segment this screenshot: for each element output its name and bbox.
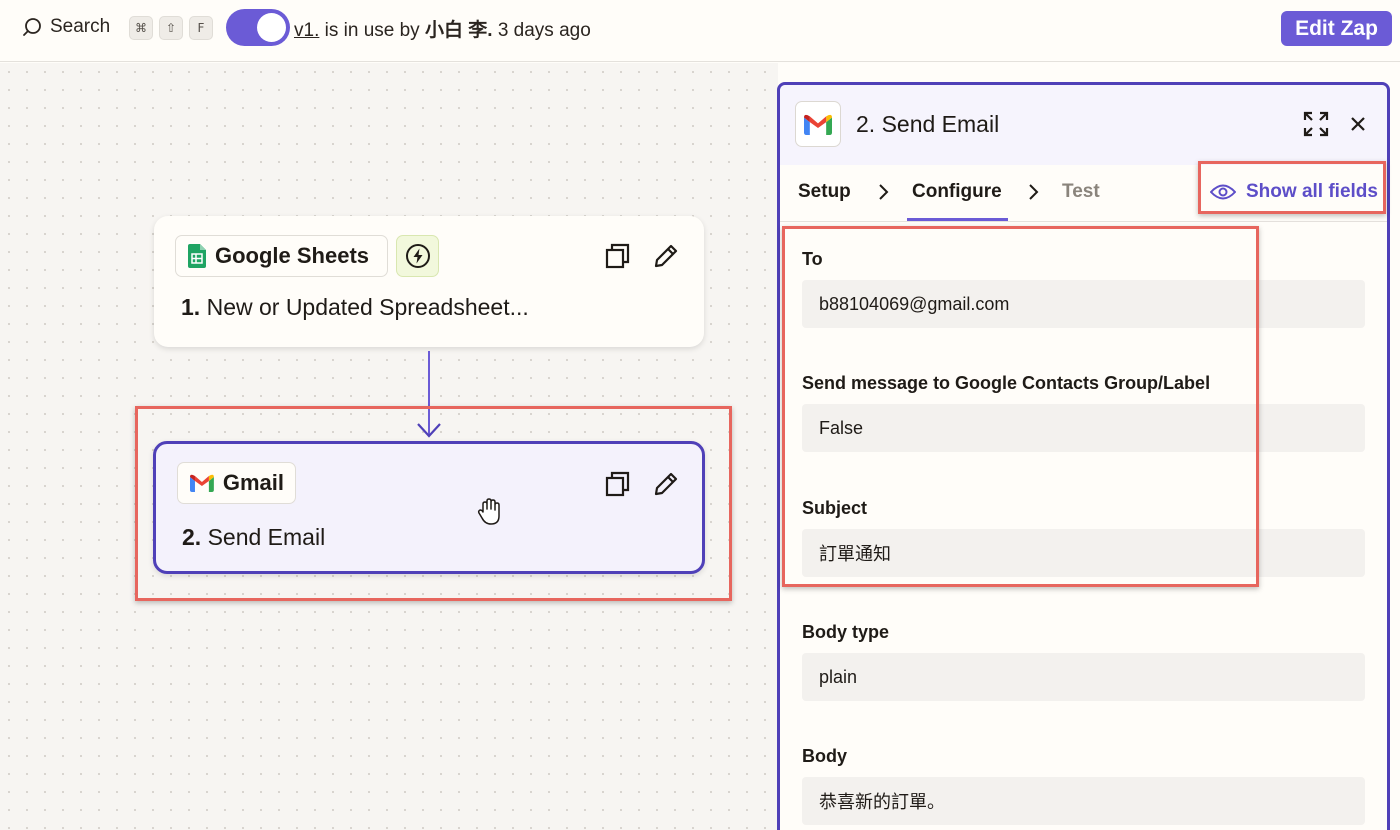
tab-setup[interactable]: Setup (798, 181, 851, 203)
panel-title: 2. Send Email (856, 111, 1000, 137)
duplicate-icon[interactable] (604, 242, 632, 270)
step-card-2[interactable]: Gmail 2. Send Email (153, 441, 705, 574)
app-name: Google Sheets (215, 243, 370, 268)
step-editor-panel: 2. Send Email Setup Configure Test Show … (777, 82, 1390, 830)
gmail-icon (190, 474, 214, 492)
field-input-body[interactable]: 恭喜新的訂單。 (802, 777, 1365, 825)
trigger-badge (396, 235, 439, 277)
version-time: 3 days ago (497, 20, 591, 41)
zap-on-toggle[interactable] (226, 9, 290, 46)
panel-tabs: Setup Configure Test Show all fields (780, 165, 1387, 222)
pencil-icon[interactable] (652, 242, 680, 270)
field-label-contacts-group: Send message to Google Contacts Group/La… (802, 373, 1211, 393)
step-card-1[interactable]: Google Sheets 1. New or Updated Spreadsh… (154, 216, 704, 347)
step-number: 1. (181, 294, 201, 320)
toggle-knob (257, 13, 286, 42)
gmail-icon (804, 114, 832, 135)
step-name: Send Email (207, 524, 326, 550)
expand-icon (1303, 111, 1329, 137)
step-connector-arrow (417, 351, 441, 438)
tab-test[interactable]: Test (1062, 181, 1100, 203)
panel-app-icon (795, 101, 841, 147)
field-label-subject: Subject (802, 498, 868, 518)
show-all-fields-label: Show all fields (1246, 181, 1378, 202)
chevron-right-icon (1029, 184, 1039, 200)
step-number: 2. (182, 524, 202, 550)
step-title: 2. Send Email (182, 524, 325, 551)
step-title: 1. New or Updated Spreadsheet... (181, 294, 529, 321)
workflow-canvas[interactable]: Google Sheets 1. New or Updated Spreadsh… (0, 63, 778, 830)
close-icon (1351, 117, 1365, 131)
shortcut-key-f: F (189, 16, 213, 40)
step-name: New or Updated Spreadsheet... (206, 294, 529, 320)
field-input-to[interactable]: b88104069@gmail.com (802, 280, 1365, 328)
field-input-body-type[interactable]: plain (802, 653, 1365, 701)
tab-configure[interactable]: Configure (912, 181, 1002, 203)
field-label-to: To (802, 249, 823, 269)
bolt-icon (405, 244, 430, 268)
expand-button[interactable] (1302, 110, 1330, 138)
show-all-fields-button[interactable]: Show all fields (1210, 181, 1378, 203)
version-user: 小白 李. (424, 20, 493, 41)
field-label-body-type: Body type (802, 622, 890, 642)
version-text: is in use by (324, 20, 420, 41)
field-input-contacts-group[interactable]: False (802, 404, 1365, 452)
top-bar: Search ⌘ ⇧ F v1. is in use by 小白 李. 3 da… (0, 0, 1400, 62)
version-link[interactable]: v1. (294, 20, 319, 41)
google-sheets-icon (188, 244, 206, 268)
shortcut-key-cmd: ⌘ (129, 16, 153, 40)
search-button[interactable]: Search (22, 16, 110, 38)
field-label-body: Body (802, 746, 847, 766)
active-tab-indicator (907, 218, 1008, 221)
close-button[interactable] (1344, 110, 1372, 138)
search-icon (23, 18, 41, 36)
app-chip-gmail: Gmail (177, 462, 296, 504)
chevron-right-icon (879, 184, 889, 200)
search-label: Search (50, 16, 111, 37)
hand-cursor-icon (477, 498, 500, 525)
edit-zap-button[interactable]: Edit Zap (1281, 11, 1392, 46)
eye-icon (1210, 184, 1236, 200)
duplicate-icon[interactable] (604, 470, 632, 498)
pencil-icon[interactable] (652, 470, 680, 498)
version-status: v1. is in use by 小白 李. 3 days ago (294, 15, 591, 42)
field-input-subject[interactable]: 訂單通知 (802, 529, 1365, 577)
app-name: Gmail (222, 470, 284, 495)
panel-header: 2. Send Email (780, 85, 1387, 165)
app-chip-google-sheets: Google Sheets (175, 235, 388, 277)
shortcut-key-shift: ⇧ (159, 16, 183, 40)
